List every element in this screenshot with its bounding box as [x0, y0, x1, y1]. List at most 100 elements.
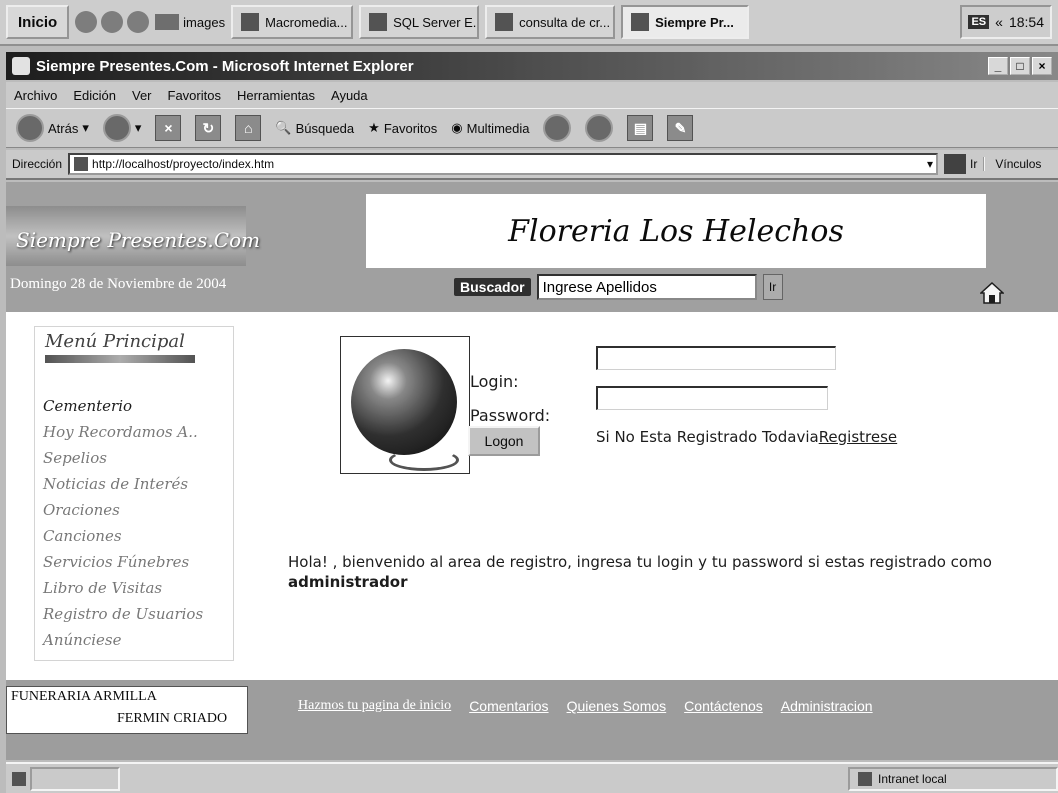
quick-launch — [75, 11, 150, 33]
menu-list: Cementerio Hoy Recordamos A.. Sepelios N… — [43, 393, 203, 653]
close-button[interactable]: × — [1032, 57, 1052, 75]
media-quicklaunch-icon[interactable] — [127, 11, 150, 33]
footer-links: Hazmos tu pagina de inicio Comentarios Q… — [298, 698, 873, 714]
register-prompt: Si No Esta Registrado TodaviaRegistrese — [596, 428, 898, 446]
florist-banner[interactable]: Floreria Los Helechos — [366, 194, 986, 268]
stop-button[interactable]: × — [155, 115, 182, 141]
main-menu: Menú Principal Cementerio Hoy Recordamos… — [34, 326, 234, 661]
logon-button[interactable]: Logon — [468, 426, 540, 456]
globe-icon — [351, 349, 457, 455]
footer-link-homepage[interactable]: Hazmos tu pagina de inicio — [298, 698, 451, 714]
page-status-icon — [12, 771, 26, 786]
status-bar: Intranet local — [6, 762, 1058, 793]
password-label: Password: — [470, 406, 551, 425]
search-button[interactable]: 🔍 Búsqueda — [275, 120, 354, 136]
sql-server-icon — [369, 13, 388, 31]
menu-title: Menú Principal — [45, 331, 185, 352]
home-icon[interactable] — [980, 282, 1004, 304]
footer-link-comentarios[interactable]: Comentarios — [469, 698, 548, 714]
sponsor-box: FUNERARIA ARMILLA FERMIN CRIADO — [6, 686, 248, 734]
forward-arrow-icon — [102, 114, 131, 142]
window-title: Siempre Presentes.Com - Microsoft Intern… — [36, 57, 414, 75]
macromedia-icon — [241, 13, 260, 31]
standard-toolbar: Atrás ▾ ▾ × ↻ ⌂ 🔍 Búsqueda ★ Favoritos ◉ Mu… — [6, 108, 1058, 148]
print-button[interactable]: ▤ — [627, 115, 654, 141]
maximize-button[interactable]: □ — [1010, 57, 1030, 75]
search-icon: 🔍 — [275, 120, 292, 135]
search-label: Buscador — [454, 278, 531, 296]
start-label: Inicio — [18, 13, 58, 31]
window-titlebar: Siempre Presentes.Com - Microsoft Intern… — [6, 52, 1058, 80]
language-indicator[interactable]: ES — [968, 15, 990, 29]
start-button[interactable]: Inicio — [6, 5, 70, 39]
history-button[interactable] — [543, 114, 572, 142]
links-button[interactable]: Vínculos — [983, 157, 1041, 171]
menu-item-anunciese[interactable]: Anúnciese — [43, 627, 203, 653]
menu-edicion[interactable]: Edición — [73, 88, 116, 103]
menu-ayuda[interactable]: Ayuda — [331, 88, 368, 103]
footer-link-contactenos[interactable]: Contáctenos — [684, 698, 763, 714]
refresh-button[interactable]: ↻ — [195, 115, 222, 141]
menu-item-registro[interactable]: Registro de Usuarios — [43, 601, 203, 627]
minimize-button[interactable]: _ — [988, 57, 1008, 75]
password-input[interactable] — [596, 386, 828, 410]
search-area: Buscador Ir — [454, 274, 783, 300]
site-logo: Siempre Presentes.Com — [16, 228, 261, 252]
status-panel — [30, 766, 120, 791]
sponsor-line2: FERMIN CRIADO — [117, 711, 228, 726]
outlook-quicklaunch-icon[interactable] — [101, 11, 124, 33]
forward-button[interactable]: ▾ — [102, 114, 141, 142]
register-link[interactable]: Registrese — [819, 428, 897, 446]
site-header: Siempre Presentes.Com Domingo 28 de Novi… — [6, 182, 1058, 312]
back-button[interactable]: Atrás ▾ — [16, 114, 89, 142]
footer-link-administracion[interactable]: Administracion — [781, 698, 873, 714]
media-icon: ◉ — [451, 120, 463, 135]
login-input[interactable] — [596, 346, 836, 370]
address-input[interactable]: http://localhost/proyecto/index.htm ▾ — [68, 153, 939, 175]
menu-item-sepelios[interactable]: Sepelios — [43, 445, 203, 471]
task-consulta[interactable]: consulta de cr... — [485, 5, 616, 39]
task-sql-server[interactable]: SQL Server E... — [359, 5, 480, 39]
site-footer: FUNERARIA ARMILLA FERMIN CRIADO Hazmos t… — [6, 680, 1058, 760]
menu-item-oraciones[interactable]: Oraciones — [43, 497, 203, 523]
home-button[interactable]: ⌂ — [235, 115, 262, 141]
star-icon: ★ — [368, 120, 380, 135]
menu-item-libro-visitas[interactable]: Libro de Visitas — [43, 575, 203, 601]
menu-item-noticias[interactable]: Noticias de Interés — [43, 471, 203, 497]
page-icon — [74, 157, 89, 171]
menu-favoritos[interactable]: Favoritos — [168, 88, 221, 103]
task-macromedia[interactable]: Macromedia... — [231, 5, 354, 39]
ie-icon — [631, 13, 650, 31]
globe-image — [340, 336, 470, 474]
edit-button[interactable]: ✎ — [667, 115, 694, 141]
menu-item-canciones[interactable]: Canciones — [43, 523, 203, 549]
images-folder-button[interactable]: images — [155, 14, 225, 30]
menu-divider — [45, 355, 195, 363]
go-arrow-icon — [944, 154, 967, 174]
task-siempre-presentes[interactable]: Siempre Pr... — [621, 5, 750, 39]
menu-item-hoy-recordamos[interactable]: Hoy Recordamos A.. — [43, 419, 203, 445]
ie-quicklaunch-icon[interactable] — [75, 11, 98, 33]
mail-button[interactable] — [585, 114, 614, 142]
chevron-left-icon[interactable]: « — [995, 14, 1003, 30]
menu-item-servicios[interactable]: Servicios Fúnebres — [43, 549, 203, 575]
sponsor-line1: FUNERARIA ARMILLA — [11, 689, 157, 704]
intranet-icon — [858, 771, 872, 786]
menu-ver[interactable]: Ver — [132, 88, 152, 103]
menu-herramientas[interactable]: Herramientas — [237, 88, 315, 103]
search-input[interactable] — [536, 274, 757, 300]
go-button[interactable]: Ir — [944, 154, 977, 174]
word-icon — [495, 13, 514, 31]
dropdown-arrow-icon[interactable]: ▾ — [927, 157, 936, 171]
search-go-button[interactable]: Ir — [762, 274, 783, 300]
address-label: Dirección — [12, 157, 63, 171]
favorites-button[interactable]: ★ Favoritos — [368, 120, 437, 136]
admin-emphasis: administrador — [288, 573, 408, 591]
menu-archivo[interactable]: Archivo — [14, 88, 57, 103]
footer-link-quienes-somos[interactable]: Quienes Somos — [567, 698, 667, 714]
media-button[interactable]: ◉ Multimedia — [451, 120, 529, 136]
menu-bar: Archivo Edición Ver Favoritos Herramient… — [6, 82, 1058, 108]
windows-taskbar: Inicio images Macromedia... SQL Server E… — [0, 0, 1058, 46]
clock: 18:54 — [1008, 14, 1044, 30]
menu-item-cementerio[interactable]: Cementerio — [43, 393, 203, 419]
